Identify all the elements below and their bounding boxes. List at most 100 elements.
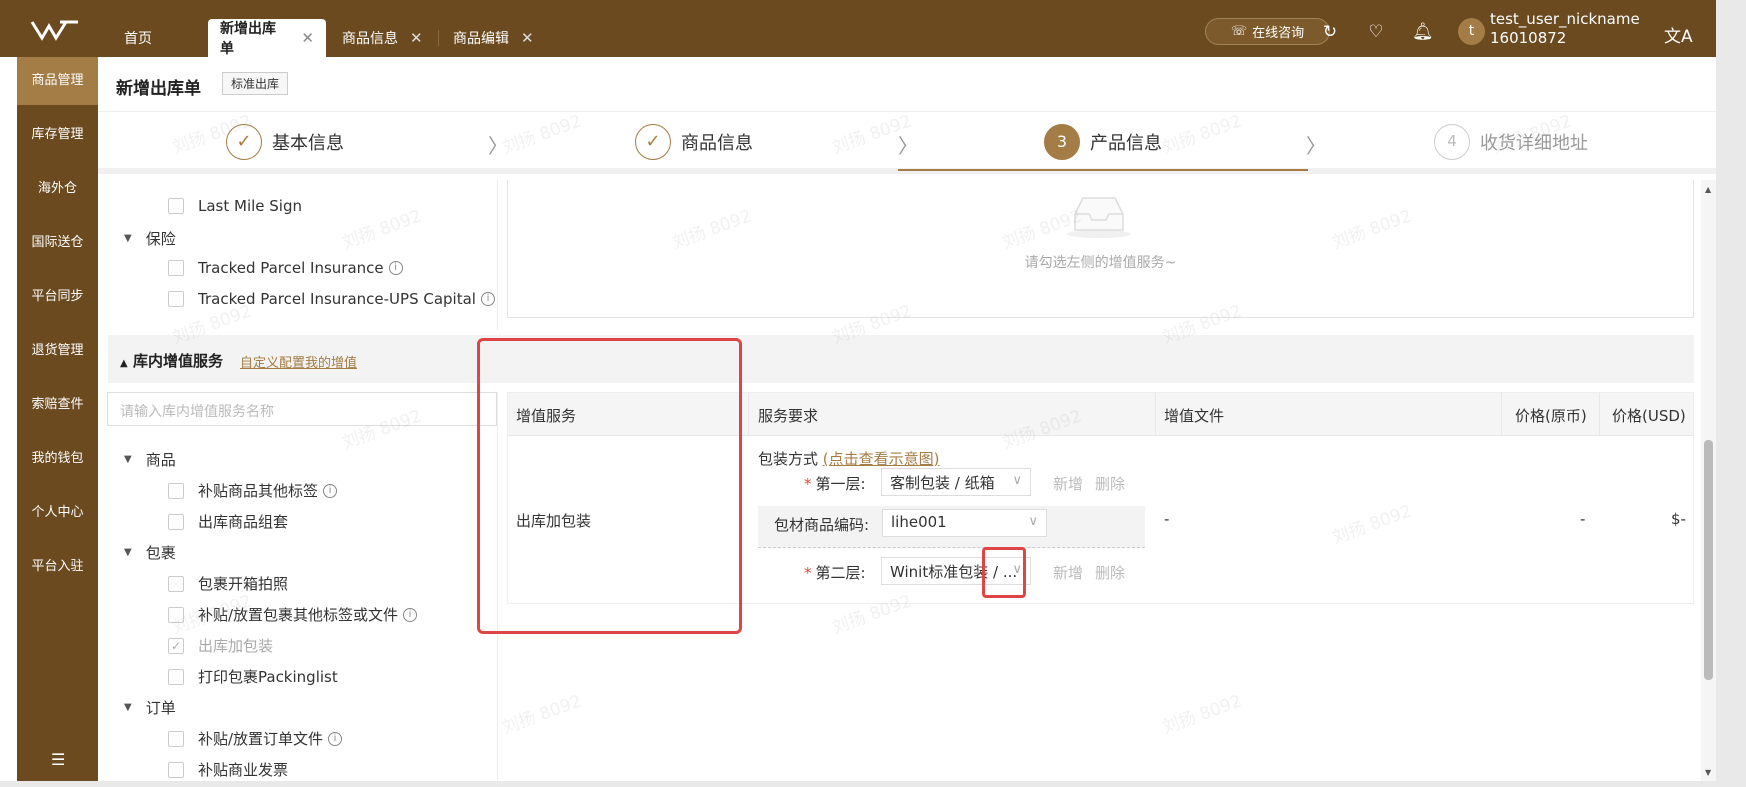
group-order[interactable]: ▼ 订单 (124, 697, 176, 718)
checkbox-checked[interactable]: ✓ (168, 637, 184, 654)
info-icon[interactable]: i (323, 483, 338, 498)
sidebar-item-wallet[interactable]: 我的钱包 (17, 435, 98, 483)
group-label: 保险 (145, 230, 176, 248)
checkbox[interactable] (168, 291, 184, 307)
caret-down-icon[interactable]: ▼ (124, 454, 132, 465)
caret-down-icon[interactable]: ▼ (124, 702, 132, 713)
close-icon[interactable]: ✕ (521, 29, 534, 47)
price-usd: $- (1671, 510, 1686, 528)
sidebar-item-inventory[interactable]: 库存管理 (17, 111, 98, 159)
step-label: 商品信息 (681, 133, 753, 154)
checkbox[interactable] (168, 198, 184, 214)
sidebar-item-claims[interactable]: 索赔查件 (17, 381, 98, 429)
group-goods[interactable]: ▼ 商品 (124, 449, 176, 470)
menu-collapse-icon[interactable]: ☰ (51, 750, 65, 769)
layer1-select[interactable]: 客制包装 / 纸箱 ∨ (881, 468, 1031, 496)
heart-shield-icon[interactable]: ♡ (1366, 22, 1386, 42)
option-goods-kit[interactable]: 出库商品组套 (168, 511, 288, 532)
caret-down-icon[interactable]: ▼ (124, 233, 132, 244)
sidebar-item-intl[interactable]: 国际送仓 (17, 219, 98, 267)
checkbox[interactable] (168, 513, 184, 530)
page-header: 新增出库单 标准出库 (98, 57, 1716, 112)
layer1-delete-button[interactable]: 删除 (1095, 473, 1125, 494)
translate-icon[interactable]: 文A (1664, 22, 1693, 47)
option-tracked-insurance[interactable]: Tracked Parcel Insurance i (168, 259, 403, 277)
checkbox[interactable] (168, 482, 184, 499)
checkbox[interactable] (168, 668, 184, 685)
package-code-select[interactable]: lihe001 ∨ (882, 509, 1047, 537)
tab-label: 商品编辑 (453, 31, 509, 47)
layer1-add-button[interactable]: 新增 (1053, 473, 1083, 494)
sidebar-item-returns[interactable]: 退货管理 (17, 327, 98, 375)
step-basic-info[interactable]: ✓ 基本信息 (226, 124, 344, 160)
tab-goods-info[interactable]: 商品信息 ✕ (330, 19, 435, 57)
scrollbar-thumb[interactable] (1704, 440, 1713, 680)
option-order-file[interactable]: 补贴/放置订单文件 i (168, 728, 343, 749)
close-icon[interactable]: ✕ (301, 29, 314, 47)
step-goods-info[interactable]: ✓ 商品信息 (635, 124, 753, 160)
option-last-mile-sign[interactable]: Last Mile Sign (168, 197, 302, 215)
option-label: Last Mile Sign (198, 197, 303, 215)
caret-up-icon[interactable]: ▲ (120, 358, 128, 369)
checkbox[interactable] (168, 606, 184, 623)
logo-icon[interactable] (30, 18, 80, 42)
option-invoice[interactable]: 补贴商业发票 (168, 759, 288, 780)
checkbox[interactable] (168, 761, 184, 778)
highlight-box-ellipsis (982, 547, 1026, 598)
layer2-label-text: 第二层: (815, 564, 866, 582)
option-label: 出库加包装 (198, 637, 274, 655)
headset-icon: ☏ (1230, 24, 1248, 39)
sidebar-item-goods[interactable]: 商品管理 (17, 57, 98, 105)
step-product-info[interactable]: 3 产品信息 (1044, 124, 1162, 160)
option-label: 出库商品组套 (198, 513, 289, 531)
group-insurance[interactable]: ▼ 保险 (124, 228, 176, 249)
user-info[interactable]: test_user_nickname 16010872 (1490, 10, 1640, 48)
chevron-down-icon: ∨ (1012, 473, 1022, 488)
info-icon[interactable]: i (403, 607, 418, 622)
sidebar-item-platform[interactable]: 平台入驻 (17, 543, 98, 591)
bell-icon[interactable]: 🔔︎ (1412, 22, 1434, 42)
service-file: - (1164, 510, 1170, 528)
close-icon[interactable]: ✕ (410, 29, 423, 47)
step-label: 产品信息 (1090, 133, 1162, 154)
online-consult-button[interactable]: ☏ 在线咨询 (1205, 18, 1330, 45)
checkbox[interactable] (168, 575, 184, 592)
checkbox[interactable] (168, 730, 184, 747)
sidebar-item-sync[interactable]: 平台同步 (17, 273, 98, 321)
view-diagram-link[interactable]: (点击查看示意图) (823, 450, 940, 468)
option-packinglist[interactable]: 打印包裹Packinglist (168, 666, 338, 687)
option-goods-label[interactable]: 补贴商品其他标签 i (168, 480, 338, 501)
layer2-delete-button[interactable]: 删除 (1095, 562, 1125, 583)
refresh-icon[interactable]: ↻ (1320, 22, 1340, 42)
sidebar-item-overseas[interactable]: 海外仓 (17, 165, 98, 213)
consult-label: 在线咨询 (1252, 26, 1305, 41)
info-icon[interactable]: i (480, 292, 495, 306)
scroll-up-arrow-icon[interactable]: ▲ (1705, 185, 1711, 194)
caret-down-icon[interactable]: ▼ (124, 547, 132, 558)
tab-new-outbound[interactable]: 新增出库单 ✕ (208, 19, 326, 57)
option-label: 补贴/放置包裹其他标签或文件 (198, 606, 399, 624)
tab-divider (438, 30, 439, 46)
option-parcel-photo[interactable]: 包裹开箱拍照 (168, 573, 288, 594)
info-icon[interactable]: i (328, 731, 343, 746)
avatar[interactable]: t (1458, 18, 1485, 45)
layer2-add-button[interactable]: 新增 (1053, 562, 1083, 583)
info-icon[interactable]: i (388, 261, 403, 275)
watermark: 刘扬 8092 (499, 691, 585, 739)
scroll-down-arrow-icon[interactable]: ▼ (1705, 768, 1711, 777)
service-search-input[interactable]: 请输入库内增值服务名称 (107, 392, 497, 426)
tab-home[interactable]: 首页 (112, 19, 164, 57)
custom-config-link[interactable]: 自定义配置我的增值 (240, 352, 357, 371)
check-icon: ✓ (635, 124, 671, 160)
option-parcel-label[interactable]: 补贴/放置包裹其他标签或文件 i (168, 604, 418, 625)
tab-goods-edit[interactable]: 商品编辑 ✕ (441, 19, 546, 57)
option-label: 补贴/放置订单文件 (198, 730, 324, 748)
selected-services-empty: 请勾选左侧的增值服务~ (507, 180, 1694, 318)
sidebar-item-profile[interactable]: 个人中心 (17, 489, 98, 537)
section-title[interactable]: ▲ 库内增值服务 (120, 350, 223, 371)
option-outbound-packaging[interactable]: ✓ 出库加包装 (168, 635, 273, 656)
option-tracked-insurance-ups[interactable]: Tracked Parcel Insurance-UPS Capital i (168, 290, 495, 308)
group-parcel[interactable]: ▼ 包裹 (124, 542, 176, 563)
checkbox[interactable] (168, 260, 184, 276)
step-address[interactable]: 4 收货详细地址 (1434, 124, 1588, 160)
